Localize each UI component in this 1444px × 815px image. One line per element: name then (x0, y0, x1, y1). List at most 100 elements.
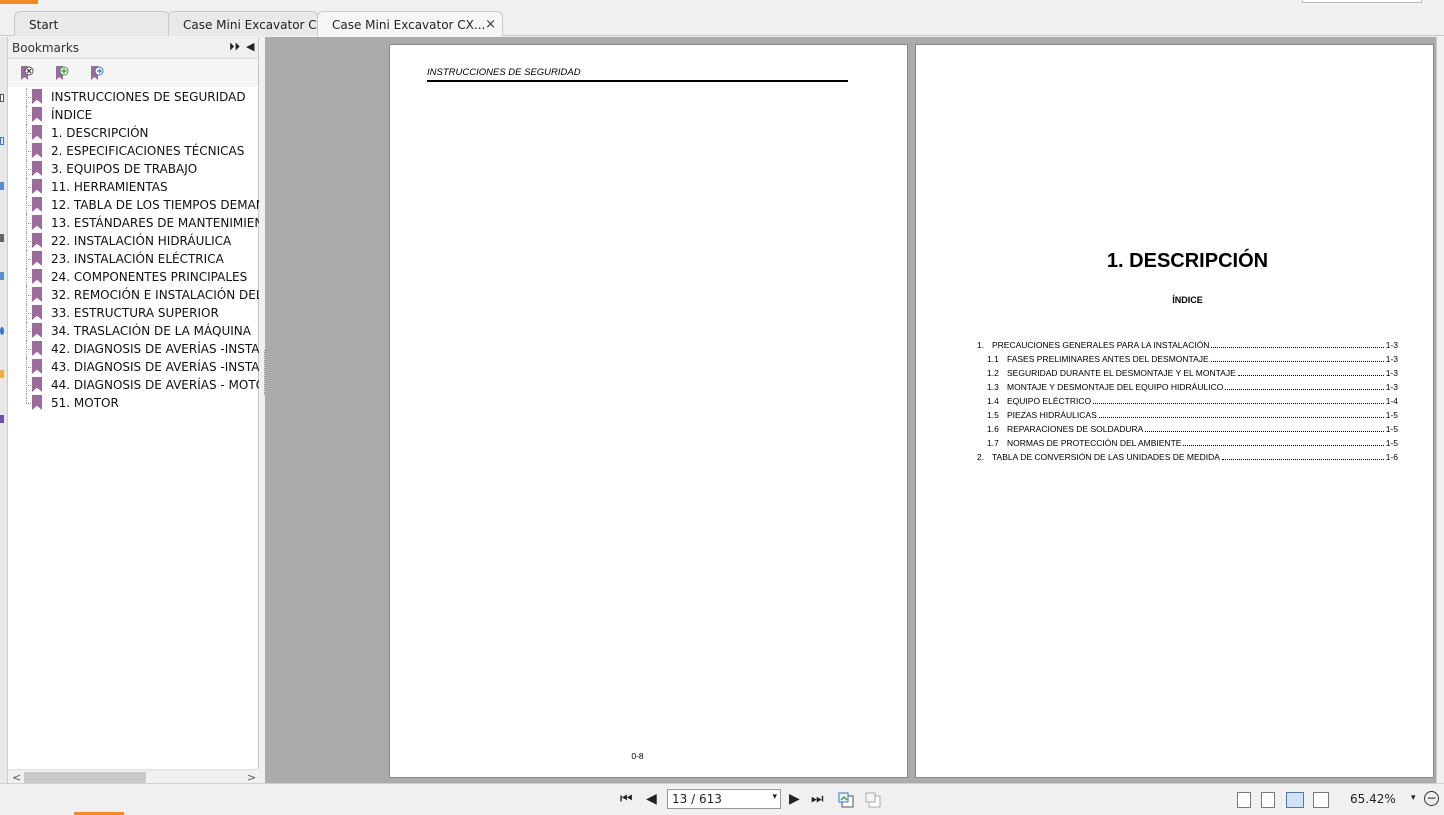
toc-title: FASES PRELIMINARES ANTES DEL DESMONTAJE (1007, 354, 1209, 364)
bookmark-label: 43. DIAGNOSIS DE AVERÍAS -INSTAL (51, 360, 259, 374)
toc-leader (1211, 340, 1384, 348)
add-bookmark-icon[interactable] (53, 65, 69, 81)
tab-bar: Start Case Mini Excavator C... Case Mini… (0, 11, 1444, 36)
running-head: INSTRUCCIONES DE SEGURIDAD (427, 67, 848, 82)
chevron-down-icon[interactable]: ▾ (772, 792, 777, 802)
delete-bookmark-icon[interactable] (18, 65, 34, 81)
previous-page-icon[interactable]: ◀ (646, 791, 657, 807)
bookmark-item[interactable]: 2. ESPECIFICACIONES TÉCNICAS (8, 142, 259, 160)
toc-title: SEGURIDAD DURANTE EL DESMONTAJE Y EL MON… (1007, 368, 1236, 378)
page-number-input[interactable]: 13 / 613 ▾ (667, 789, 781, 809)
bookmark-icon (32, 197, 42, 212)
toc-page: 1-5 (1385, 410, 1398, 420)
bookmark-icon (32, 251, 42, 266)
toc-entry[interactable]: 1.3 MONTAJE Y DESMONTAJE DEL EQUIPO HIDRÁ… (977, 382, 1398, 396)
bookmark-label: 34. TRASLACIÓN DE LA MÁQUINA (51, 324, 251, 338)
tab-label: Case Mini Excavator CX... (332, 18, 486, 32)
toc-page: 1-5 (1385, 438, 1398, 448)
bookmark-item[interactable]: 51. MOTOR (8, 394, 259, 412)
tab-document-1[interactable]: Case Mini Excavator C... (168, 11, 318, 36)
toc-page: 1-4 (1385, 396, 1398, 406)
bookmark-item[interactable]: 13. ESTÁNDARES DE MANTENIMIENT (8, 214, 259, 232)
page-indicator: 13 / 613 (672, 792, 722, 806)
toc-entry[interactable]: 1.4 EQUIPO ELÉCTRICO 1-4 (977, 396, 1398, 410)
bookmark-icon (32, 395, 42, 410)
zoom-level[interactable]: 65.42% (1350, 792, 1396, 806)
toc-entry[interactable]: 1. PRECAUCIONES GENERALES PARA LA INSTALA… (977, 340, 1398, 354)
toc-number: 1. (977, 340, 985, 350)
next-view-icon[interactable] (864, 791, 882, 809)
first-page-icon[interactable]: ⏮ (620, 791, 633, 807)
vertical-scrollbar[interactable] (1436, 37, 1444, 783)
page-thumbnail-icon[interactable] (0, 94, 4, 102)
toc-number: 1.2 (987, 368, 999, 378)
comment-icon[interactable] (0, 234, 4, 242)
bookmark-item[interactable]: 33. ESTRUCTURA SUPERIOR (8, 304, 259, 322)
expand-bookmark-icon[interactable] (88, 65, 104, 81)
bookmark-item[interactable]: ÍNDICE (8, 106, 259, 124)
tab-document-2[interactable]: Case Mini Excavator CX... × (317, 11, 503, 36)
info-icon[interactable] (0, 327, 4, 335)
facing-view-icon[interactable] (1286, 792, 1304, 808)
toc-page: 1-5 (1385, 424, 1398, 434)
toc-title: TABLA DE CONVERSIÓN DE LAS UNIDADES DE M… (992, 452, 1220, 462)
panel-icon-strip (0, 37, 8, 783)
app-menu-button[interactable] (0, 0, 38, 4)
index-title: ÍNDICE (1172, 295, 1203, 305)
search-icon[interactable] (0, 415, 4, 423)
next-page-icon[interactable]: ▶ (789, 791, 800, 807)
tab-start[interactable]: Start (14, 11, 170, 36)
page-number: 0-8 (631, 751, 644, 761)
bookmark-item[interactable]: 32. REMOCIÓN E INSTALACIÓN DELE (8, 286, 259, 304)
zoom-out-icon[interactable]: − (1424, 791, 1439, 806)
toc-entry[interactable]: 2. TABLA DE CONVERSIÓN DE LAS UNIDADES DE… (977, 452, 1398, 466)
bookmark-item[interactable]: 42. DIAGNOSIS DE AVERÍAS -INSTAL (8, 340, 259, 358)
bookmark-item[interactable]: 1. DESCRIPCIÓN (8, 124, 259, 142)
bookmark-item[interactable]: 44. DIAGNOSIS DE AVERÍAS - MOTOR (8, 376, 259, 394)
toc-number: 1.1 (987, 354, 999, 364)
bookmark-item[interactable]: 22. INSTALACIÓN HIDRÁULICA (8, 232, 259, 250)
single-page-view-icon[interactable] (1237, 792, 1251, 808)
close-icon[interactable]: × (485, 17, 496, 32)
status-bar: ⏮ ◀ 13 / 613 ▾ ▶ ⏭ 65.42% ▾ − (0, 783, 1444, 815)
bookmark-icon (32, 359, 42, 374)
previous-view-icon[interactable] (837, 791, 855, 809)
bookmark-panel-icon[interactable] (0, 137, 4, 145)
bookmarks-panel: Bookmarks ⏵⏵ ◀ INSTRUCCIONES DE SEGURIDA… (8, 37, 259, 785)
signature-icon[interactable] (0, 370, 4, 378)
bookmark-icon (32, 89, 42, 104)
last-page-icon[interactable]: ⏭ (811, 791, 824, 807)
bookmark-item[interactable]: 24. COMPONENTES PRINCIPALES (8, 268, 259, 286)
chevron-down-icon[interactable]: ▾ (1411, 793, 1416, 803)
attachment-icon[interactable] (0, 272, 4, 280)
toc-entry[interactable]: 1.2 SEGURIDAD DURANTE EL DESMONTAJE Y EL … (977, 368, 1398, 382)
tree-connector (26, 394, 27, 403)
bookmark-label: 1. DESCRIPCIÓN (51, 126, 149, 140)
bookmark-item[interactable]: 23. INSTALACIÓN ELÉCTRICA (8, 250, 259, 268)
toc-entry[interactable]: 1.7 NORMAS DE PROTECCIÓN DEL AMBIENTE 1-5 (977, 438, 1398, 452)
bookmark-item[interactable]: 11. HERRAMIENTAS (8, 178, 259, 196)
toc-entry[interactable]: 1.6 REPARACIONES DE SOLDADURA 1-5 (977, 424, 1398, 438)
bookmark-item[interactable]: 43. DIAGNOSIS DE AVERÍAS -INSTAL (8, 358, 259, 376)
bookmark-item[interactable]: INSTRUCCIONES DE SEGURIDAD (8, 88, 259, 106)
tab-label: Case Mini Excavator C... (183, 18, 318, 32)
bookmark-item[interactable]: 3. EQUIPOS DE TRABAJO (8, 160, 259, 178)
bookmark-label: ÍNDICE (51, 108, 93, 122)
search-box[interactable] (1302, 0, 1422, 3)
continuous-facing-view-icon[interactable] (1313, 792, 1329, 808)
layers-icon[interactable] (0, 182, 4, 190)
toc-entry[interactable]: 1.5 PIEZAS HIDRÁULICAS 1-5 (977, 410, 1398, 424)
bookmark-label: 3. EQUIPOS DE TRABAJO (51, 162, 198, 176)
pin-panel-icon[interactable]: ◀ (246, 40, 254, 53)
toc-entry[interactable]: 1.1 FASES PRELIMINARES ANTES DEL DESMONTA… (977, 354, 1398, 368)
bookmark-item[interactable]: 12. TABLA DE LOS TIEMPOS DEMANT (8, 196, 259, 214)
toc-leader (1183, 438, 1384, 446)
toc-leader (1237, 368, 1384, 376)
panel-title: Bookmarks (12, 41, 80, 55)
bookmark-item[interactable]: 34. TRASLACIÓN DE LA MÁQUINA (8, 322, 259, 340)
continuous-view-icon[interactable] (1261, 792, 1275, 808)
toc-leader (1225, 382, 1384, 390)
collapse-panel-icon[interactable]: ⏵⏵ (229, 40, 240, 54)
toc-number: 1.4 (987, 396, 999, 406)
scroll-thumb[interactable] (24, 772, 146, 783)
